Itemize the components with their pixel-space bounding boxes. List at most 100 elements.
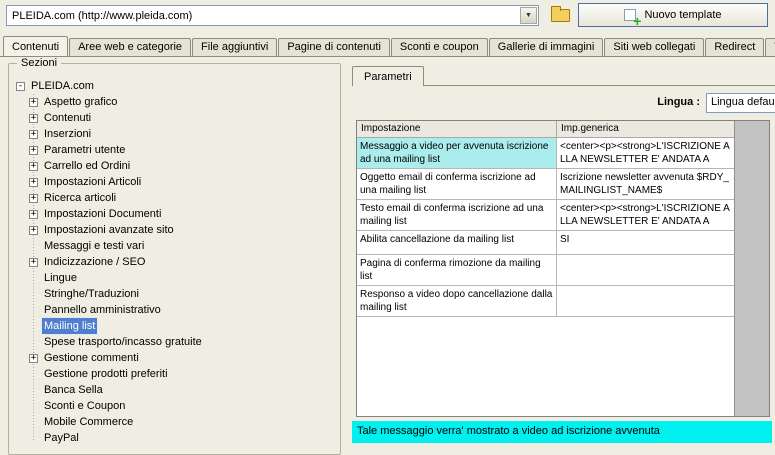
expand-icon[interactable]: + — [29, 129, 38, 139]
setting-value-cell[interactable]: <center><p><strong>L'ISCRIZIONE ALLA NEW… — [557, 138, 735, 169]
tab-pagine-di-contenuti[interactable]: Pagine di contenuti — [278, 38, 390, 56]
table-row: Oggetto email di conferma iscrizione ad … — [357, 169, 735, 200]
table-row: Abilita cancellazione da mailing list SI — [357, 231, 735, 255]
tree-item-messaggi-e-testi-vari[interactable]: Messaggi e testi vari — [29, 238, 334, 254]
tab-file-aggiuntivi[interactable]: File aggiuntivi — [192, 38, 278, 56]
parametri-tab-label: Parametri — [364, 71, 412, 83]
tree-item-label: Stringhe/Traduzioni — [44, 288, 139, 300]
setting-value-cell[interactable] — [557, 255, 735, 286]
tab-template-e-p[interactable]: Template e p — [765, 38, 775, 56]
tab-parametri[interactable]: Parametri — [352, 66, 424, 86]
tree-children: + Aspetto grafico + Contenuti + Inserzioni + Pa… — [16, 94, 334, 446]
setting-value-cell[interactable] — [557, 286, 735, 317]
tree-root-item[interactable]: - PLEIDA.com — [16, 78, 334, 94]
expand-icon[interactable]: + — [29, 161, 38, 171]
expand-icon[interactable]: + — [29, 225, 38, 235]
tree-item-gestione-commenti[interactable]: + Gestione commenti — [29, 350, 334, 366]
tree-item-sconti-e-coupon[interactable]: Sconti e Coupon — [29, 398, 334, 414]
tree-item-impostazioni-documenti[interactable]: + Impostazioni Documenti — [29, 206, 334, 222]
tree-item-gestione-prodotti-preferiti[interactable]: Gestione prodotti preferiti — [29, 366, 334, 382]
setting-value-cell[interactable]: <center><p><strong>L'ISCRIZIONE ALLA NEW… — [557, 200, 735, 231]
expand-icon[interactable]: + — [29, 193, 38, 203]
app-window: { "colors": { "window_background": "#f0e… — [0, 0, 775, 455]
tree-item-label: Contenuti — [44, 112, 92, 124]
expand-icon[interactable]: + — [29, 209, 38, 219]
tree-item-parametri-utente[interactable]: + Parametri utente — [29, 142, 334, 158]
tab-contenuti[interactable]: Contenuti — [3, 36, 69, 56]
expand-icon[interactable]: + — [29, 177, 38, 187]
tree-item-impostazioni-avanzate-sito[interactable]: + Impostazioni avanzate sito — [29, 222, 334, 238]
setting-value-cell[interactable]: Iscrizione newsletter avvenuta $RDY_MAIL… — [557, 169, 735, 200]
tab-redirect[interactable]: Redirect — [705, 38, 765, 56]
sections-group-label: Sezioni — [17, 57, 62, 69]
new-template-label: Nuovo template — [644, 9, 722, 21]
info-message-bar: Tale messaggio verra' mostrato a video a… — [352, 421, 772, 443]
expand-icon[interactable]: + — [29, 257, 38, 267]
setting-name-cell[interactable]: Abilita cancellazione da mailing list — [357, 231, 557, 255]
language-combobox[interactable]: Lingua default — [706, 93, 775, 113]
tab-sconti-e-coupon[interactable]: Sconti e coupon — [390, 38, 488, 56]
tree-item-label: PayPal — [44, 432, 79, 444]
column-header-impostazione: Impostazione — [357, 121, 557, 138]
tree-item-indicizzazione-seo[interactable]: + Indicizzazione / SEO — [29, 254, 334, 270]
tree-item-label: Messaggi e testi vari — [44, 240, 145, 252]
grid-unused-column — [734, 121, 769, 416]
tab-bar: Contenuti Aree web e categorie File aggiun… — [0, 36, 775, 57]
tab-aree-web-e-categorie[interactable]: Aree web e categorie — [69, 38, 192, 56]
tree-item-banca-sella[interactable]: Banca Sella — [29, 382, 334, 398]
tree-item-impostazioni-articoli[interactable]: + Impostazioni Articoli — [29, 174, 334, 190]
table-row: Testo email di conferma iscrizione ad un… — [357, 200, 735, 231]
tree-item-label: Gestione commenti — [44, 352, 139, 364]
tree-item-label: Mailing list — [40, 317, 99, 335]
tree-item-paypal[interactable]: PayPal — [29, 430, 334, 446]
tree-item-label: Carrello ed Ordini — [44, 160, 131, 172]
tree-item-lingue[interactable]: Lingue — [29, 270, 334, 286]
tree-item-label: Ricerca articoli — [44, 192, 117, 204]
tree-item-spese-trasporto-incasso-gratuite[interactable]: Spese trasporto/incasso gratuite — [29, 334, 334, 350]
tree-item-label: Gestione prodotti preferiti — [44, 368, 168, 380]
setting-value-cell[interactable]: SI — [557, 231, 735, 255]
grid-rows: Messaggio a video per avvenuta iscrizion… — [357, 138, 769, 317]
tree-item-aspetto-grafico[interactable]: + Aspetto grafico — [29, 94, 334, 110]
tree-item-label: Banca Sella — [44, 384, 103, 396]
chevron-down-icon[interactable]: ▼ — [520, 7, 537, 24]
language-label: Lingua : — [657, 96, 700, 108]
tree-item-mobile-commerce[interactable]: Mobile Commerce — [29, 414, 334, 430]
tree-item-label: Inserzioni — [44, 128, 92, 140]
expand-icon[interactable]: + — [29, 145, 38, 155]
tab-siti-web-collegati[interactable]: Siti web collegati — [604, 38, 705, 56]
tree-item-ricerca-articoli[interactable]: + Ricerca articoli — [29, 190, 334, 206]
open-folder-button[interactable] — [547, 4, 574, 27]
expand-icon[interactable]: + — [29, 97, 38, 107]
setting-name-cell[interactable]: Pagina di conferma rimozione da mailing … — [357, 255, 557, 286]
expand-icon[interactable]: + — [29, 353, 38, 363]
setting-name-cell[interactable]: Oggetto email di conferma iscrizione ad … — [357, 169, 557, 200]
setting-name-cell[interactable]: Messaggio a video per avvenuta iscrizion… — [357, 138, 557, 169]
expand-icon[interactable]: + — [29, 113, 38, 123]
tree-item-mailing-list[interactable]: Mailing list — [29, 317, 334, 335]
settings-grid: Impostazione Imp.generica Messaggio a vi… — [356, 120, 770, 417]
tab-gallerie-di-immagini[interactable]: Gallerie di immagini — [488, 38, 604, 56]
collapse-icon[interactable]: - — [16, 81, 25, 91]
tree-item-label: Mobile Commerce — [44, 416, 134, 428]
tree-item-label: Sconti e Coupon — [44, 400, 126, 412]
tree-item-stringhe-traduzioni[interactable]: Stringhe/Traduzioni — [29, 286, 334, 302]
site-combobox[interactable]: PLEIDA.com (http://www.pleida.com) ▼ — [6, 5, 539, 26]
setting-name-cell[interactable]: Testo email di conferma iscrizione ad un… — [357, 200, 557, 231]
tree-item-label: Indicizzazione / SEO — [44, 256, 146, 268]
folder-icon — [551, 6, 570, 22]
tree-item-carrello-ed-ordini[interactable]: + Carrello ed Ordini — [29, 158, 334, 174]
tree-item-pannello-amministrativo[interactable]: Pannello amministrativo — [29, 302, 334, 318]
tree-item-label: Impostazioni Articoli — [44, 176, 142, 188]
site-combobox-value: PLEIDA.com (http://www.pleida.com) — [12, 9, 193, 22]
tree-item-label: Spese trasporto/incasso gratuite — [44, 336, 202, 348]
new-template-button[interactable]: Nuovo template — [578, 3, 768, 27]
tree-item-inserzioni[interactable]: + Inserzioni — [29, 126, 334, 142]
tree-item-contenuti[interactable]: + Contenuti — [29, 110, 334, 126]
setting-name-cell[interactable]: Responso a video dopo cancellazione dall… — [357, 286, 557, 317]
